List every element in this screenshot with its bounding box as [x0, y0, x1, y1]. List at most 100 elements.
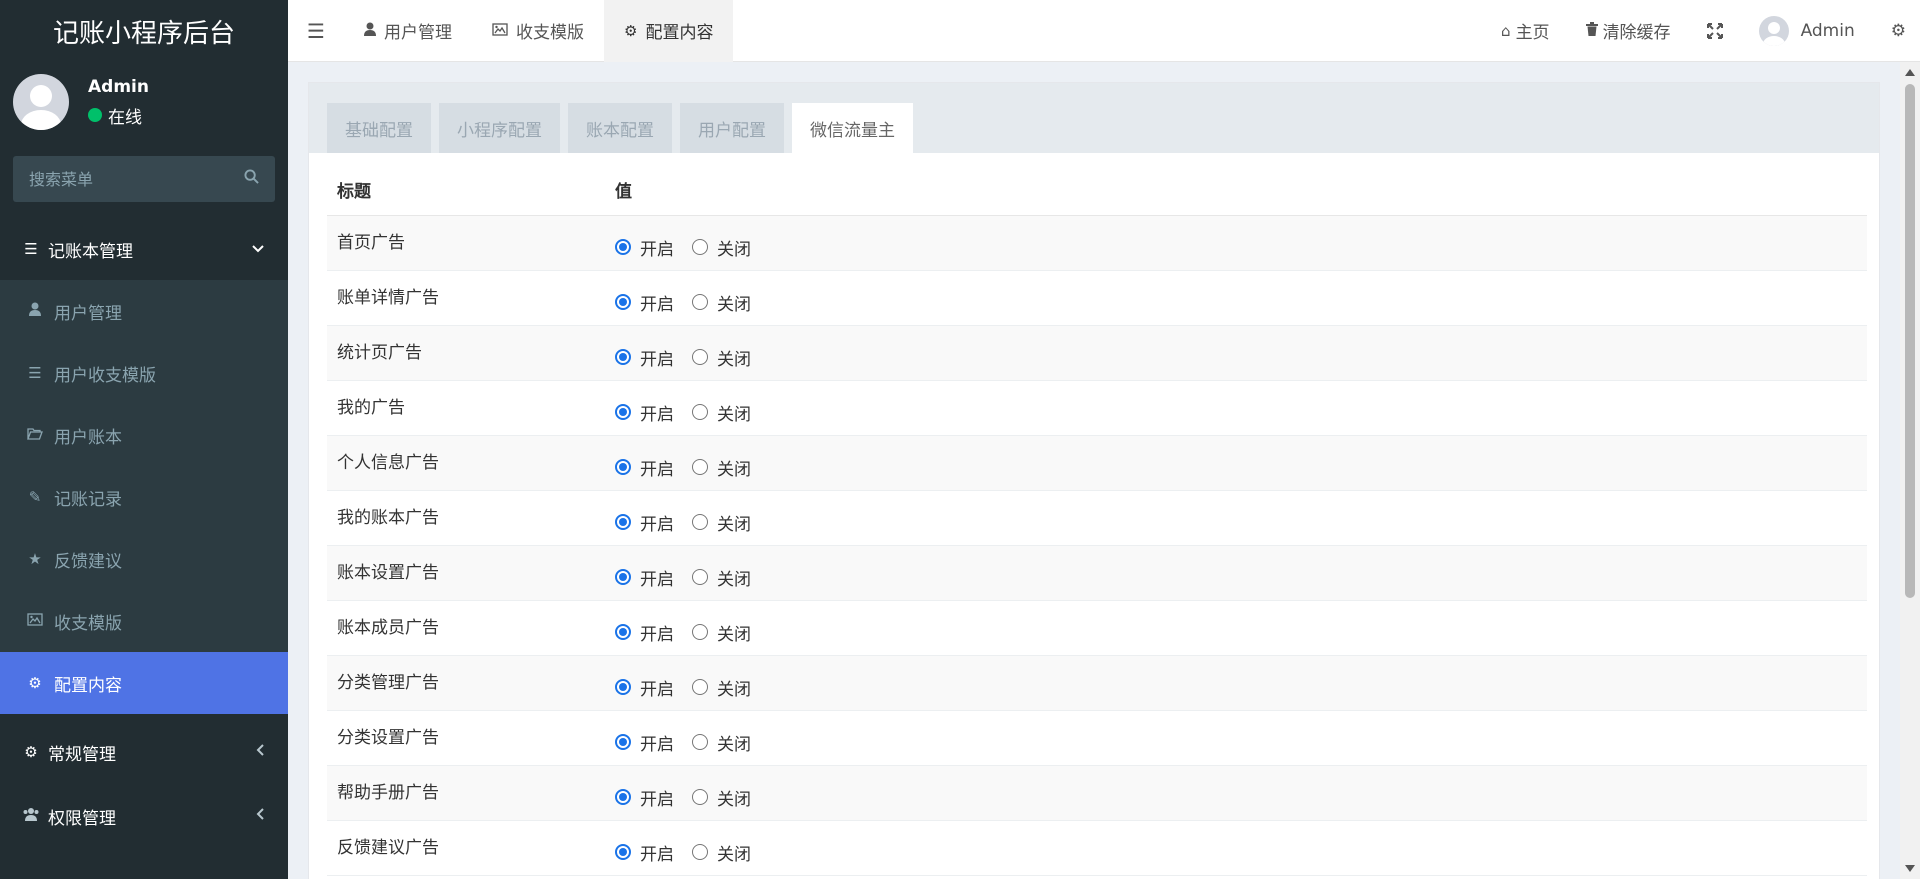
- sidebar-group-bookkeeping[interactable]: ☰ 记账本管理: [0, 218, 288, 280]
- sidebar-item-user-ledgers[interactable]: 用户账本: [0, 404, 288, 466]
- row-value: 开启 关闭: [605, 765, 1867, 821]
- radio-on[interactable]: [615, 624, 631, 640]
- nav-tab-templates[interactable]: 收支模版: [472, 0, 604, 62]
- page-scrollbar[interactable]: [1900, 62, 1920, 879]
- gears-icon: ⚙: [24, 743, 38, 761]
- tab-ledger-config[interactable]: 账本配置: [568, 103, 672, 153]
- home-link[interactable]: ⌂ 主页: [1483, 0, 1568, 62]
- settings-gears-icon[interactable]: ⚙: [1873, 0, 1920, 62]
- home-icon: ⌂: [1501, 21, 1511, 40]
- radio-off[interactable]: [692, 569, 708, 585]
- tab-wechat-ads[interactable]: 微信流量主: [792, 103, 913, 153]
- radio-group: 开启 关闭: [615, 565, 1867, 590]
- radio-off[interactable]: [692, 459, 708, 475]
- sidebar-item-label: 记账记录: [54, 489, 122, 510]
- nav-tab-config[interactable]: ⚙ 配置内容: [604, 0, 734, 62]
- row-title: 我的账本广告: [327, 490, 605, 546]
- chevron-left-icon: [256, 744, 264, 760]
- app-logo[interactable]: 记账小程序后台: [0, 0, 288, 62]
- star-icon: ★: [28, 550, 42, 568]
- main-content: 基础配置 小程序配置 账本配置 用户配置 微信流量主 标题 值 首页广告 开启 关闭…: [288, 62, 1900, 879]
- row-value: 开启 关闭: [605, 325, 1867, 381]
- table-row: 统计页广告 开启 关闭: [327, 325, 1867, 381]
- search-icon[interactable]: [244, 169, 259, 189]
- radio-off-label: 关闭: [717, 294, 751, 315]
- row-value: 开启 关闭: [605, 380, 1867, 436]
- radio-on[interactable]: [615, 844, 631, 860]
- tab-miniprogram-config[interactable]: 小程序配置: [439, 103, 560, 153]
- online-dot-icon: [88, 108, 102, 122]
- radio-off[interactable]: [692, 679, 708, 695]
- radio-on[interactable]: [615, 404, 631, 420]
- radio-on[interactable]: [615, 239, 631, 255]
- radio-on[interactable]: [615, 789, 631, 805]
- user-status: 在线: [88, 103, 149, 128]
- menu-search: [13, 156, 275, 202]
- clear-cache-button[interactable]: 清除缓存: [1568, 0, 1689, 62]
- table-row: 个人信息广告 开启 关闭: [327, 435, 1867, 491]
- sidebar: 记账小程序后台 Admin 在线 ☰ 记账本管理 用户管理: [0, 0, 288, 879]
- radio-on-label: 开启: [640, 569, 674, 590]
- radio-on[interactable]: [615, 349, 631, 365]
- tab-basic-config[interactable]: 基础配置: [327, 103, 431, 153]
- sidebar-item-user-management[interactable]: 用户管理: [0, 280, 288, 342]
- table-row: 首页广告 开启 关闭: [327, 215, 1867, 271]
- radio-off[interactable]: [692, 789, 708, 805]
- radio-off[interactable]: [692, 734, 708, 750]
- menu-search-input[interactable]: [29, 169, 229, 189]
- sidebar-item-feedback[interactable]: ★ 反馈建议: [0, 528, 288, 590]
- nav-tab-label: 用户管理: [384, 23, 452, 43]
- user-status-label: 在线: [108, 107, 142, 128]
- user-name: Admin: [88, 76, 149, 97]
- sidebar-toggle-icon[interactable]: ☰: [288, 0, 344, 62]
- user-panel: Admin 在线: [0, 62, 288, 142]
- column-header-title: 标题: [327, 153, 605, 216]
- radio-off[interactable]: [692, 239, 708, 255]
- radio-on[interactable]: [615, 459, 631, 475]
- radio-off[interactable]: [692, 404, 708, 420]
- admin-menu[interactable]: Admin: [1741, 0, 1873, 62]
- sidebar-item-config[interactable]: ⚙ 配置内容: [0, 652, 288, 714]
- radio-off[interactable]: [692, 294, 708, 310]
- table-row: 分类设置广告 开启 关闭: [327, 710, 1867, 766]
- nav-tab-user-management[interactable]: 用户管理: [344, 0, 472, 62]
- scroll-down-arrow-icon[interactable]: [1905, 865, 1915, 872]
- list-icon: ☰: [24, 240, 38, 258]
- fullscreen-icon[interactable]: [1689, 0, 1741, 62]
- image-icon: [492, 22, 508, 40]
- pencil-icon: ✎: [28, 488, 42, 506]
- radio-on-label: 开启: [640, 404, 674, 425]
- sidebar-group-permissions[interactable]: 权限管理: [0, 784, 288, 848]
- sidebar-group-label: 记账本管理: [48, 241, 133, 262]
- radio-on[interactable]: [615, 734, 631, 750]
- tab-user-config[interactable]: 用户配置: [680, 103, 784, 153]
- sidebar-item-records[interactable]: ✎ 记账记录: [0, 466, 288, 528]
- scroll-up-arrow-icon[interactable]: [1905, 69, 1915, 76]
- row-value: 开启 关闭: [605, 490, 1867, 546]
- row-value: 开启 关闭: [605, 215, 1867, 271]
- sidebar-item-user-templates[interactable]: ☰ 用户收支模版: [0, 342, 288, 404]
- sidebar-item-templates[interactable]: 收支模版: [0, 590, 288, 652]
- radio-on[interactable]: [615, 294, 631, 310]
- radio-off[interactable]: [692, 844, 708, 860]
- radio-on[interactable]: [615, 514, 631, 530]
- admin-name: Admin: [1800, 20, 1855, 41]
- radio-on-label: 开启: [640, 294, 674, 315]
- radio-off[interactable]: [692, 514, 708, 530]
- radio-on[interactable]: [615, 569, 631, 585]
- sidebar-group-general[interactable]: ⚙ 常规管理: [0, 720, 288, 784]
- radio-on-label: 开启: [640, 239, 674, 260]
- column-header-value: 值: [605, 153, 1867, 216]
- scrollbar-thumb[interactable]: [1905, 84, 1915, 598]
- radio-on[interactable]: [615, 679, 631, 695]
- radio-off-label: 关闭: [717, 569, 751, 590]
- radio-off-label: 关闭: [717, 459, 751, 480]
- table-row: 分类管理广告 开启 关闭: [327, 655, 1867, 711]
- radio-on-label: 开启: [640, 349, 674, 370]
- row-value: 开启 关闭: [605, 270, 1867, 326]
- radio-off[interactable]: [692, 624, 708, 640]
- radio-off-label: 关闭: [717, 624, 751, 645]
- radio-off[interactable]: [692, 349, 708, 365]
- nav-tab-label: 配置内容: [645, 23, 714, 43]
- list-icon: ☰: [28, 364, 42, 382]
